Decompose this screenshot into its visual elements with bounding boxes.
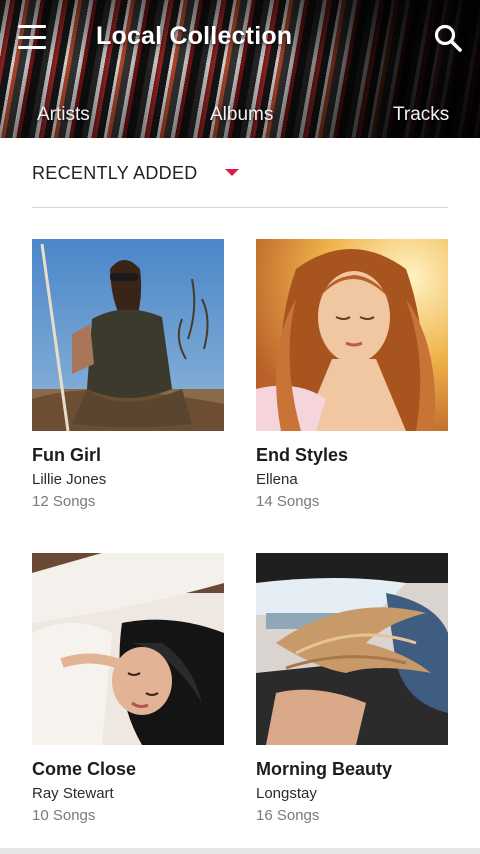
album-cover [256, 553, 448, 745]
app-header: Local Collection Artists Albums Tracks [0, 0, 480, 138]
album-song-count: 10 Songs [32, 807, 96, 824]
tab-artists[interactable]: Artists [37, 104, 90, 126]
tab-tracks[interactable]: Tracks [393, 104, 449, 126]
hamburger-menu-icon [18, 46, 46, 49]
album-song-count: 16 Songs [256, 807, 320, 824]
menu-button[interactable] [18, 25, 46, 49]
album-title: End Styles [256, 445, 349, 465]
sort-dropdown[interactable]: RECENTLY ADDED [32, 160, 448, 190]
album-title: Come Close [32, 759, 137, 779]
tab-bar: Artists Albums Tracks [0, 104, 480, 134]
album-artist: Ellena [256, 471, 298, 488]
album-card[interactable]: Come Close Ray Stewart 10 Songs [32, 553, 224, 824]
tab-albums[interactable]: Albums [210, 104, 273, 126]
sort-dropdown-label: RECENTLY ADDED [32, 163, 198, 183]
album-title: Morning Beauty [256, 759, 393, 779]
album-cover [32, 553, 224, 745]
album-artist: Lillie Jones [32, 471, 107, 488]
bottom-edge [0, 848, 480, 854]
dropdown-caret-icon [225, 169, 239, 176]
album-cover [32, 239, 224, 431]
search-button[interactable] [432, 22, 464, 54]
album-artist: Ray Stewart [32, 785, 114, 802]
album-card[interactable]: Fun Girl Lillie Jones 12 Songs [32, 239, 224, 510]
album-card[interactable]: Morning Beauty Longstay 16 Songs [256, 553, 448, 824]
album-title: Fun Girl [32, 445, 101, 465]
page-title: Local Collection [96, 22, 293, 50]
hamburger-menu-icon [18, 25, 46, 28]
album-song-count: 12 Songs [32, 493, 96, 510]
divider [32, 207, 448, 208]
album-card[interactable]: End Styles Ellena 14 Songs [256, 239, 448, 510]
search-icon [434, 24, 462, 52]
album-artist: Longstay [256, 785, 317, 802]
hamburger-menu-icon [18, 35, 46, 39]
album-cover [256, 239, 448, 431]
album-song-count: 14 Songs [256, 493, 320, 510]
